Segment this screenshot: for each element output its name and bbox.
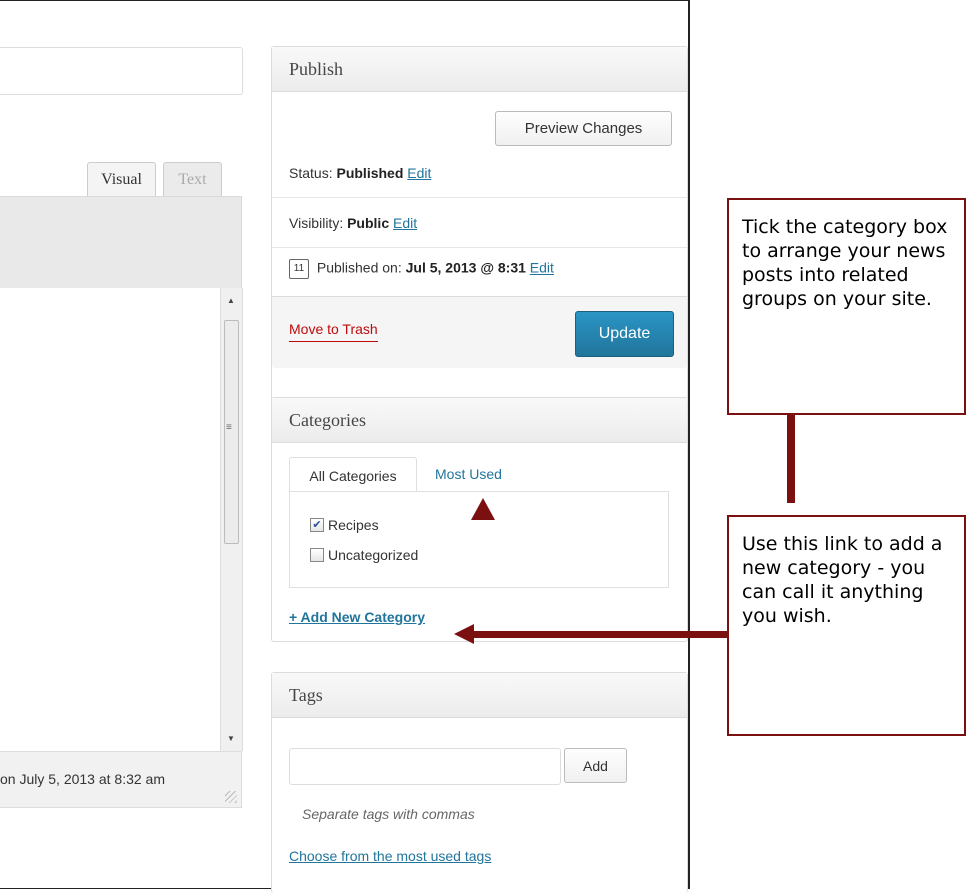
category-item-uncategorized[interactable]: Uncategorized	[310, 547, 418, 563]
published-edit-link[interactable]: Edit	[530, 260, 554, 276]
last-edited-text: on July 5, 2013 at 8:32 am	[0, 771, 165, 787]
published-date: Jul 5, 2013 @ 8:31	[405, 259, 526, 276]
status-value: Published	[336, 165, 404, 181]
tab-text[interactable]: Text	[163, 162, 222, 197]
publish-actions: Move to Trash Update	[272, 296, 687, 368]
scroll-up-icon[interactable]: ▲	[227, 296, 235, 305]
arrow-up-icon	[471, 498, 495, 520]
divider	[272, 247, 687, 248]
divider	[272, 197, 687, 198]
categories-box-title: Categories	[272, 398, 687, 443]
calendar-icon: 11	[289, 259, 309, 279]
editor-scrollbar[interactable]: ▲ ≡ ▼	[220, 288, 243, 751]
editor-content-area[interactable]	[0, 288, 221, 751]
callout-category-box: Tick the category box to arrange your ne…	[727, 198, 966, 415]
visibility-row: Visibility: Public Edit	[289, 215, 418, 231]
visibility-value: Public	[347, 215, 390, 231]
publish-box-title: Publish	[272, 47, 687, 92]
choose-most-used-tags-link[interactable]: Choose from the most used tags	[289, 848, 491, 864]
tags-box: Tags Add Separate tags with commas Choos…	[271, 672, 688, 893]
move-to-trash-link[interactable]: Move to Trash	[289, 321, 378, 342]
screenshot-frame: Visual Text ▲ ≡ ▼ on July 5, 2013 at 8:3…	[0, 0, 690, 893]
scroll-grip-icon: ≡	[226, 422, 232, 433]
tag-input[interactable]	[289, 748, 561, 785]
post-title-input[interactable]	[0, 47, 243, 95]
publish-box: Publish Preview Changes Status: Publishe…	[271, 46, 688, 428]
editor-toolbar	[0, 196, 242, 290]
editor-status-bar: on July 5, 2013 at 8:32 am	[0, 751, 242, 808]
add-tag-button[interactable]: Add	[564, 748, 627, 783]
published-on-row: 11 Published on: Jul 5, 2013 @ 8:31 Edit	[289, 259, 679, 279]
scroll-down-icon[interactable]: ▼	[227, 734, 235, 743]
update-button[interactable]: Update	[575, 311, 674, 357]
category-item-recipes[interactable]: ✔ Recipes	[310, 517, 379, 533]
tag-hint: Separate tags with commas	[302, 806, 475, 822]
status-edit-link[interactable]: Edit	[407, 165, 431, 181]
visibility-edit-link[interactable]: Edit	[393, 215, 417, 231]
resize-grip-icon[interactable]	[225, 791, 237, 803]
tags-box-title: Tags	[272, 673, 687, 718]
arrow-line	[470, 631, 727, 638]
tab-most-used[interactable]: Most Used	[435, 466, 502, 482]
checkbox-checked-icon[interactable]: ✔	[310, 518, 324, 532]
status-row: Status: Published Edit	[289, 165, 432, 181]
tab-all-categories[interactable]: All Categories	[289, 457, 417, 493]
preview-changes-button[interactable]: Preview Changes	[495, 111, 672, 146]
arrow-left-icon	[454, 624, 474, 644]
checkbox-icon[interactable]	[310, 548, 324, 562]
tab-visual[interactable]: Visual	[87, 162, 156, 197]
callout-connector	[787, 415, 795, 503]
add-new-category-link[interactable]: + Add New Category	[289, 609, 425, 625]
callout-add-link: Use this link to add a new category - yo…	[727, 515, 966, 736]
